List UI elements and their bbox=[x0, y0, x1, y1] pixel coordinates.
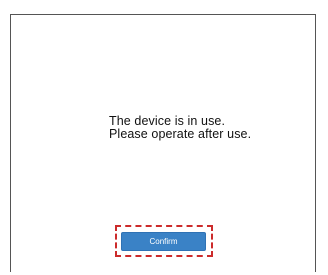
confirm-button[interactable]: Confirm bbox=[121, 232, 206, 251]
dialog-message: The device is in use. Please operate aft… bbox=[109, 115, 251, 141]
message-line-2: Please operate after use. bbox=[109, 127, 252, 141]
